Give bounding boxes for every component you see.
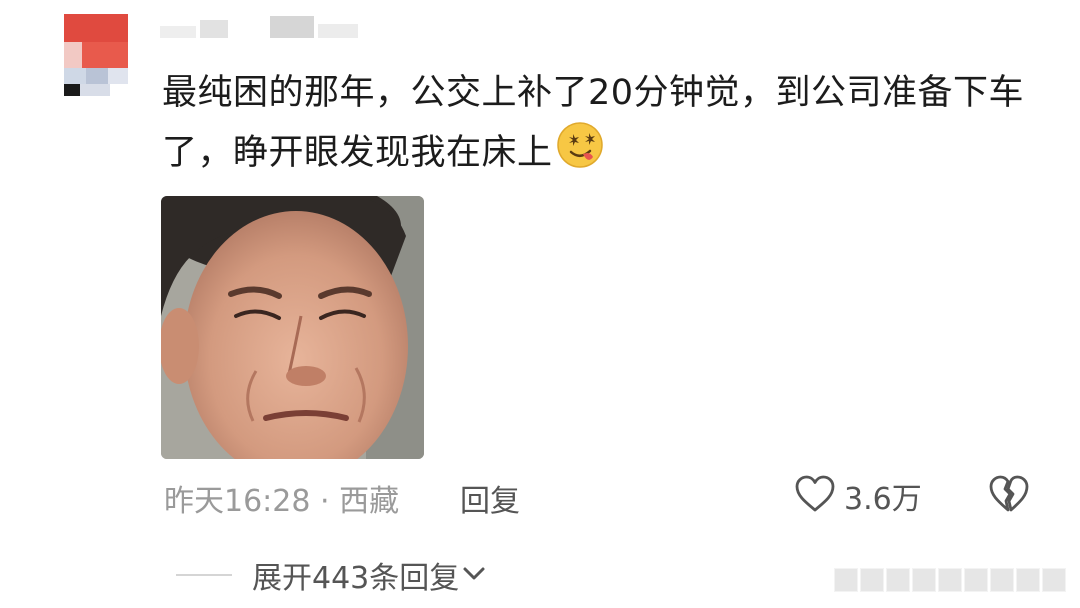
meta-separator: · [320,484,330,519]
like-count: 3.6万 [844,482,922,517]
comment-text-block: 最纯困的那年，公交上补了20分钟觉，到公司准备下车了，睁开眼发现我在床上 [162,66,1042,186]
drooling-face-emoji-icon [555,120,605,186]
squinting-man-meme-sticker[interactable] [161,196,424,459]
username-blurred[interactable] [160,14,360,44]
expand-replies-button[interactable]: 展开443条回复 [176,553,489,597]
like-button[interactable]: 3.6万 [794,474,922,518]
comment-location: 西藏 [339,484,400,519]
watermark-blurred [834,568,1066,592]
avatar[interactable] [64,14,128,96]
comment-meta: 昨天16:28 · 西藏 [164,476,399,520]
expand-replies-label: 展开443条回复 [252,561,460,596]
comment-time: 昨天16:28 [164,484,311,519]
divider-line [176,574,232,576]
heart-outline-icon [794,474,836,518]
chevron-down-icon [459,558,489,592]
broken-heart-icon [988,475,1030,518]
dislike-button[interactable] [988,474,1030,518]
reply-button[interactable]: 回复 [460,476,520,520]
